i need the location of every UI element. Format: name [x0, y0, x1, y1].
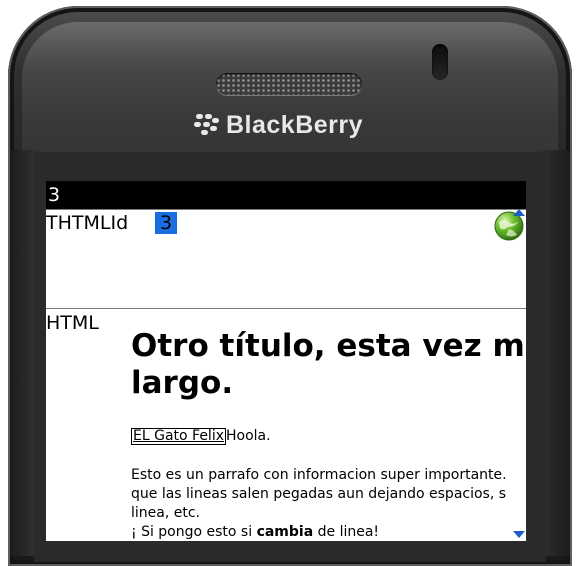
link-line: EL Gato Felix Hoola. [131, 427, 271, 445]
paragraph-line-2: que las lineas salen pegadas aun dejando… [131, 486, 507, 502]
blackberry-device: BlackBerry 3 THTMLId 3 HTML Otro título,… [0, 0, 580, 566]
brand-logo: BlackBerry [192, 108, 363, 142]
thtmlid-label: THTMLId [46, 212, 129, 234]
paragraph-line-4-bold: cambia [256, 524, 314, 540]
html-label: HTML [46, 312, 99, 334]
heading-line-1: Otro título, esta vez más [131, 328, 526, 364]
heading-line-2: largo. [131, 365, 234, 401]
paragraph-line-4: ¡ Si pongo esto si cambia de linea! [131, 523, 507, 541]
screen-title-bar: 3 [46, 181, 526, 209]
paragraph-line-1: Esto es un parrafo con informacion super… [131, 467, 507, 483]
scroll-up-arrow-icon[interactable] [513, 209, 525, 216]
paragraph-line-4-after: de linea! [313, 524, 380, 540]
title-divider [46, 209, 526, 210]
scroll-down-arrow-icon[interactable] [513, 531, 525, 538]
html-heading: Otro título, esta vez más largo. [131, 328, 526, 402]
gato-felix-link[interactable]: EL Gato Felix [131, 428, 226, 445]
device-screen: 3 THTMLId 3 HTML Otro título, esta vez m… [46, 181, 526, 541]
earpiece-speaker [216, 73, 362, 95]
field-divider [46, 308, 526, 309]
paragraph-line-4-before: ¡ Si pongo esto si [131, 524, 257, 540]
blackberry-logo-icon [192, 113, 220, 137]
thtmlid-value-field[interactable]: 3 [155, 212, 177, 234]
html-paragraph: Esto es un parrafo con informacion super… [131, 466, 507, 541]
brand-wordmark: BlackBerry [226, 110, 364, 139]
light-sensor [432, 44, 448, 80]
html-rendered-content: Otro título, esta vez más largo. EL Gato… [131, 328, 526, 540]
link-suffix-text: Hoola. [226, 428, 271, 444]
paragraph-line-3: linea, etc. [131, 505, 200, 521]
